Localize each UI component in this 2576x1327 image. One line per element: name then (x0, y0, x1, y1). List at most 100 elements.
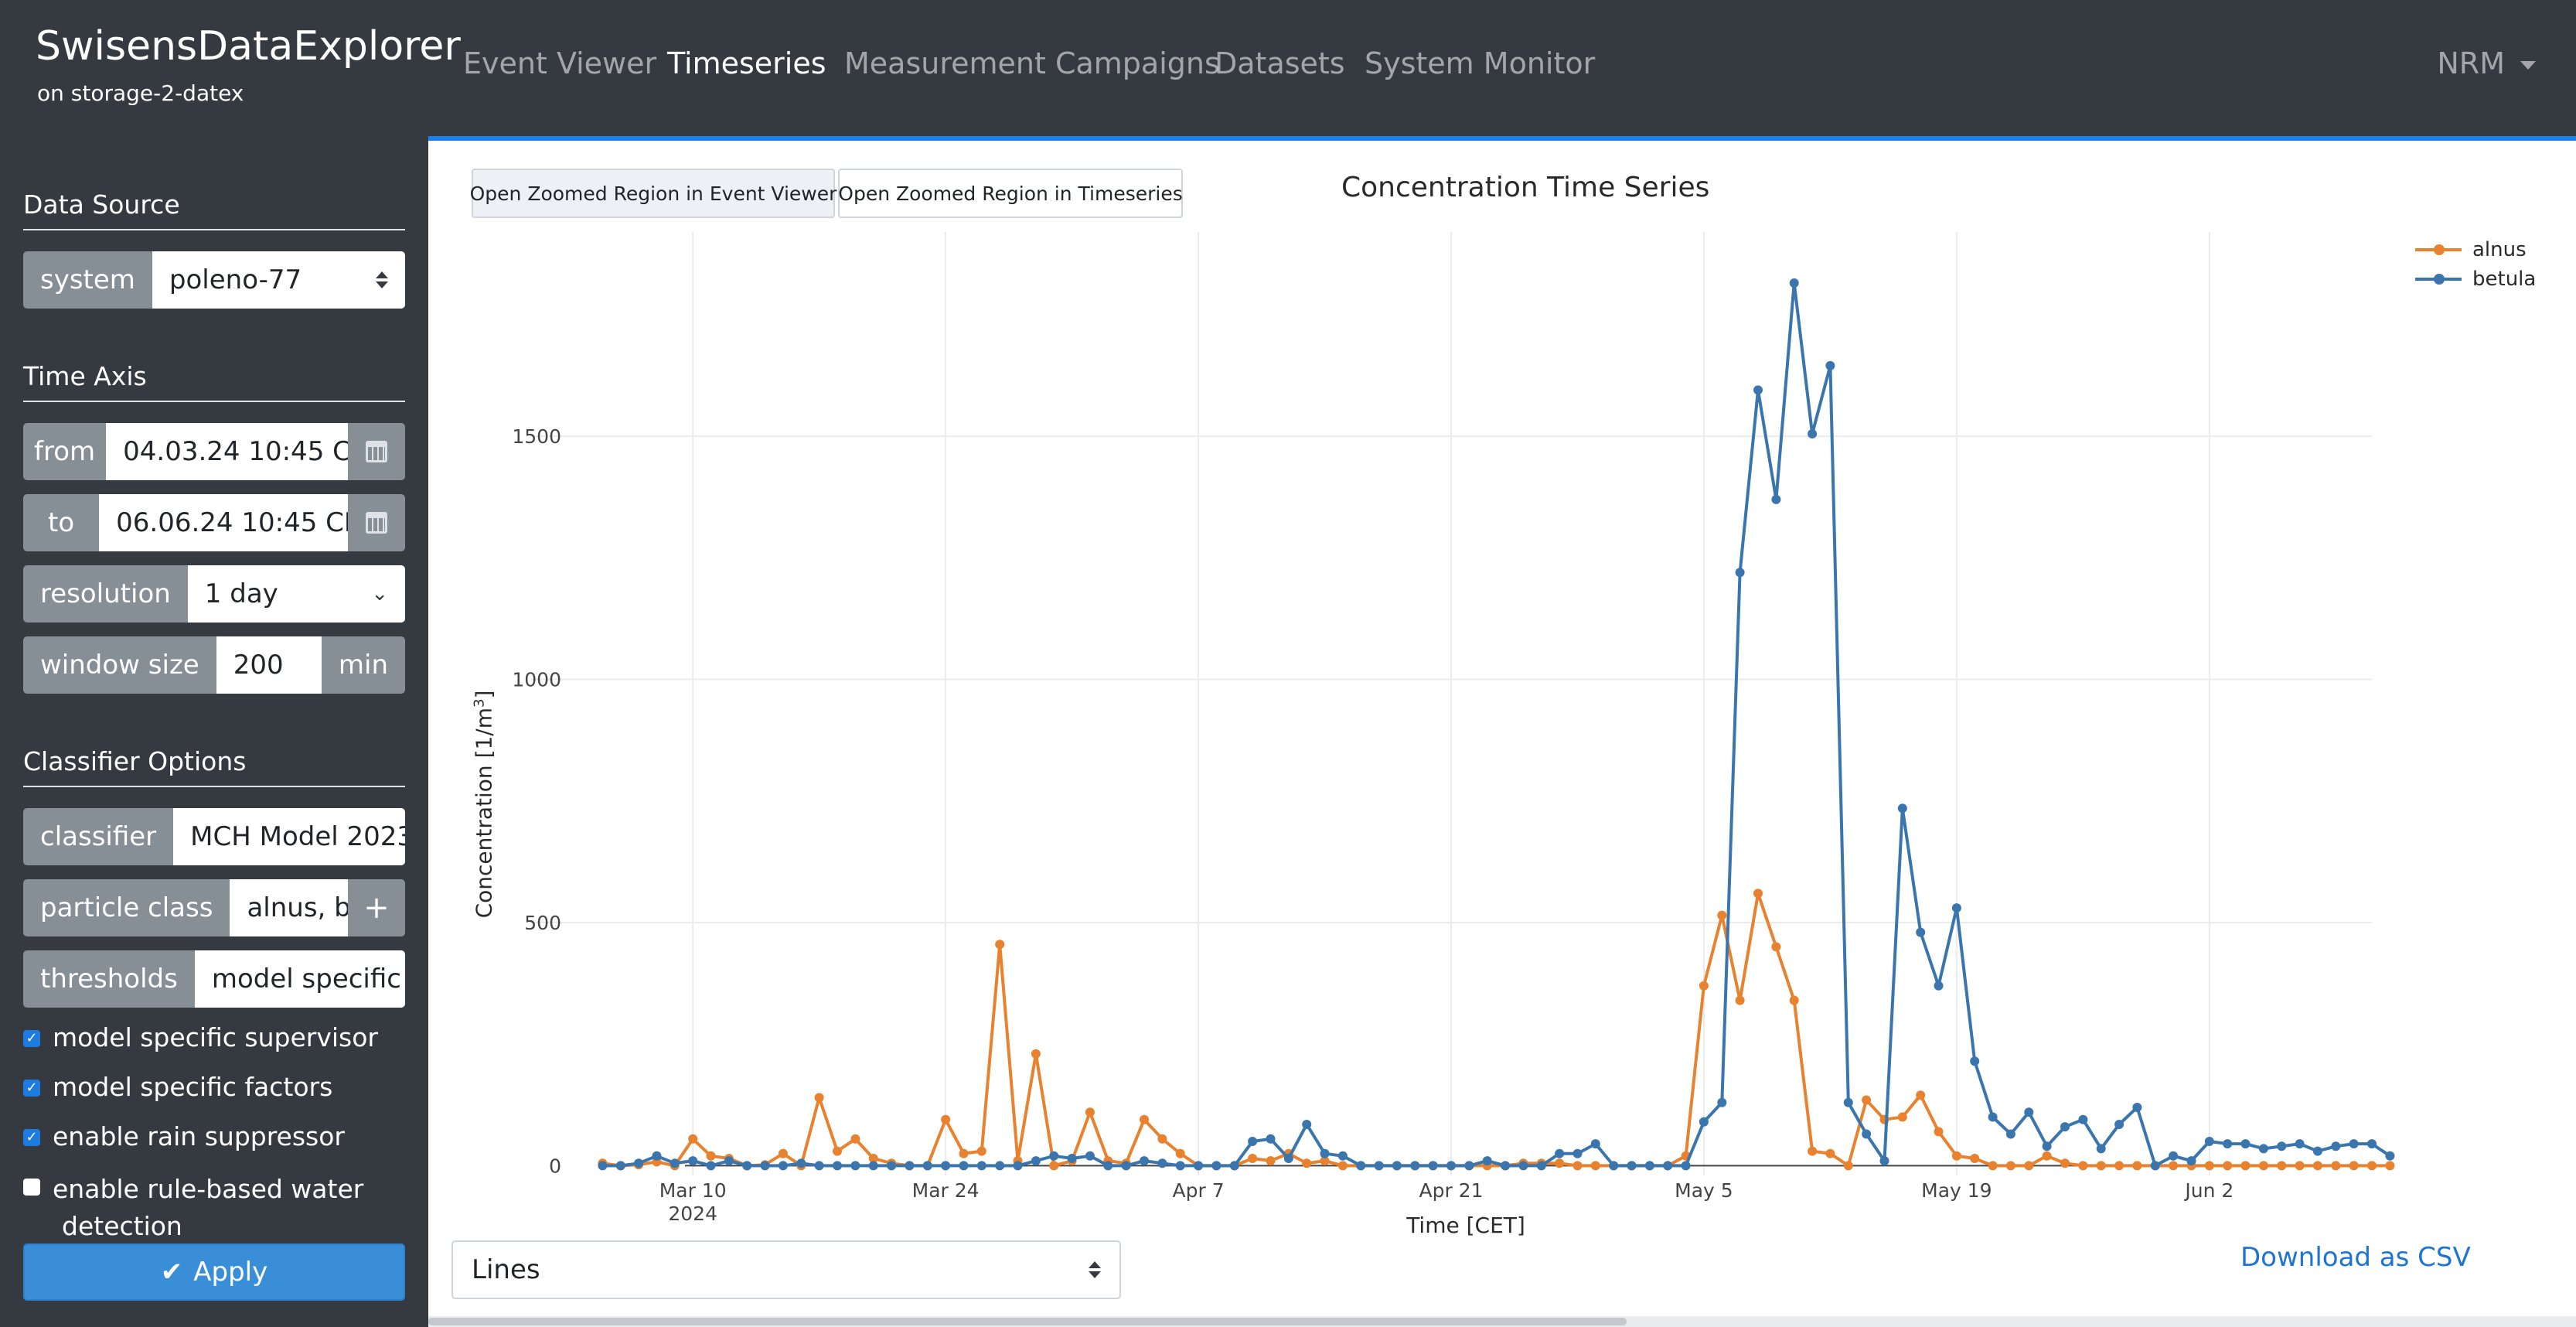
app-subtitle: on storage-2-datex (37, 80, 244, 106)
data-point-alnus (2204, 1161, 2214, 1171)
nav-measurement-campaigns[interactable]: Measurement Campaigns (844, 46, 1220, 80)
option-model-specific-supervisor[interactable]: ✓ model specific supervisor (23, 1022, 378, 1052)
checkbox-checked-icon[interactable]: ✓ (23, 1129, 40, 1146)
app-title[interactable]: SwisensDataExplorer (36, 23, 461, 70)
data-point-alnus (814, 1093, 824, 1103)
user-name: NRM (2437, 46, 2505, 80)
data-point-betula (615, 1161, 625, 1171)
data-point-betula (1103, 1161, 1113, 1171)
user-menu[interactable]: NRM (2437, 46, 2536, 80)
plot-mode-select[interactable]: Lines (451, 1240, 1121, 1299)
x-tick-label: Mar 24 (912, 1179, 980, 1202)
data-point-betula (905, 1161, 915, 1171)
apply-label: Apply (193, 1257, 268, 1288)
option-enable-rain-suppressor[interactable]: ✓ enable rain suppressor (23, 1121, 345, 1151)
x-tick-label: Apr 21 (1419, 1179, 1483, 1202)
data-point-alnus (2312, 1161, 2322, 1171)
nav-datasets[interactable]: Datasets (1215, 46, 1345, 80)
concentration-chart[interactable]: Mar 102024 Mar 24 Apr 7 Apr 21 May 5 May 19 Ju… (428, 141, 2576, 1231)
to-date-input[interactable]: 06.06.24 10:45 CEST (99, 494, 348, 551)
data-point-alnus (1753, 889, 1763, 899)
nav-timeseries[interactable]: Timeseries (667, 46, 826, 80)
checkbox-unchecked-icon[interactable] (23, 1179, 40, 1196)
classifier-select[interactable]: MCH Model 2023 ⌄ (173, 808, 405, 865)
data-point-alnus (850, 1134, 860, 1144)
data-point-betula (2240, 1139, 2251, 1149)
classifier-label: classifier (23, 808, 174, 865)
add-particle-class-button[interactable]: + (348, 879, 405, 936)
data-point-betula (1988, 1112, 1998, 1122)
legend-item-alnus[interactable]: alnus (2415, 235, 2536, 264)
apply-button[interactable]: ✔ Apply (23, 1243, 405, 1301)
thresholds-label: thresholds (23, 950, 195, 1008)
data-point-betula (706, 1161, 716, 1171)
data-point-betula (1031, 1156, 1041, 1166)
data-point-alnus (2096, 1161, 2106, 1171)
window-size-input[interactable]: 200 (216, 636, 322, 694)
data-point-alnus (1031, 1049, 1041, 1059)
data-point-betula (1808, 429, 1818, 438)
data-point-betula (1356, 1161, 1366, 1171)
data-point-betula (2223, 1139, 2233, 1149)
option-label: model specific supervisor (53, 1022, 378, 1052)
option-rule-based-water-detection[interactable]: enable rule-based water detection (23, 1171, 363, 1245)
legend-item-betula[interactable]: betula (2415, 264, 2536, 294)
data-point-betula (1970, 1056, 1980, 1066)
data-point-alnus (2349, 1161, 2359, 1171)
scrollbar-thumb[interactable] (428, 1318, 1627, 1325)
data-point-alnus (2114, 1161, 2125, 1171)
to-calendar-button[interactable] (348, 494, 405, 551)
from-calendar-button[interactable] (348, 423, 405, 480)
data-point-betula (1482, 1156, 1492, 1166)
data-point-alnus (1248, 1154, 1258, 1163)
data-point-betula (1825, 360, 1835, 370)
checkbox-checked-icon[interactable]: ✓ (23, 1080, 40, 1097)
y-tick-label: 1000 (512, 669, 561, 691)
data-point-betula (941, 1161, 951, 1171)
legend-label: betula (2472, 268, 2537, 291)
classifier-value: MCH Model 2023 (190, 821, 405, 852)
data-point-betula (833, 1161, 842, 1171)
data-point-alnus (1302, 1158, 1312, 1168)
data-point-betula (2204, 1137, 2214, 1146)
data-point-betula (1771, 494, 1781, 504)
data-point-alnus (2060, 1158, 2070, 1168)
data-point-betula (1049, 1151, 1059, 1161)
data-point-betula (1753, 385, 1763, 395)
data-point-betula (1590, 1139, 1600, 1149)
resolution-select[interactable]: 1 day ⌄ (187, 565, 405, 623)
data-point-alnus (1970, 1154, 1980, 1163)
chevron-down-icon: ⌄ (371, 582, 388, 606)
option-label-continued: detection (62, 1211, 182, 1241)
data-point-betula (2169, 1151, 2179, 1161)
thresholds-select[interactable]: model specific ⌄ (194, 950, 405, 1008)
nav-event-viewer[interactable]: Event Viewer (463, 46, 656, 80)
data-point-alnus (1699, 981, 1709, 991)
data-point-betula (814, 1161, 824, 1171)
data-point-betula (959, 1161, 969, 1171)
data-point-betula (2295, 1139, 2305, 1149)
option-model-specific-factors[interactable]: ✓ model specific factors (23, 1072, 332, 1102)
data-point-betula (2367, 1139, 2377, 1149)
data-point-betula (976, 1161, 986, 1171)
data-point-alnus (1862, 1095, 1872, 1105)
data-point-betula (742, 1161, 752, 1171)
data-point-alnus (2367, 1161, 2377, 1171)
download-csv-link[interactable]: Download as CSV (2240, 1242, 2471, 1273)
data-point-alnus (833, 1146, 842, 1156)
option-label: enable rain suppressor (53, 1121, 346, 1151)
checkbox-checked-icon[interactable]: ✓ (23, 1030, 40, 1047)
data-point-betula (2024, 1107, 2034, 1117)
check-icon: ✔ (160, 1257, 183, 1288)
y-tick-label: 1500 (512, 425, 561, 448)
data-point-alnus (2005, 1161, 2015, 1171)
nav-system-monitor[interactable]: System Monitor (1365, 46, 1595, 80)
particle-class-select[interactable]: alnus, betula (230, 879, 348, 936)
legend-swatch (2415, 274, 2462, 285)
system-select[interactable]: poleno-77 (152, 251, 405, 309)
data-point-betula (760, 1161, 770, 1171)
from-date-input[interactable]: 04.03.24 10:45 CET (106, 423, 348, 480)
data-point-alnus (2223, 1161, 2233, 1171)
data-point-betula (1320, 1148, 1330, 1158)
data-point-alnus (976, 1146, 986, 1156)
